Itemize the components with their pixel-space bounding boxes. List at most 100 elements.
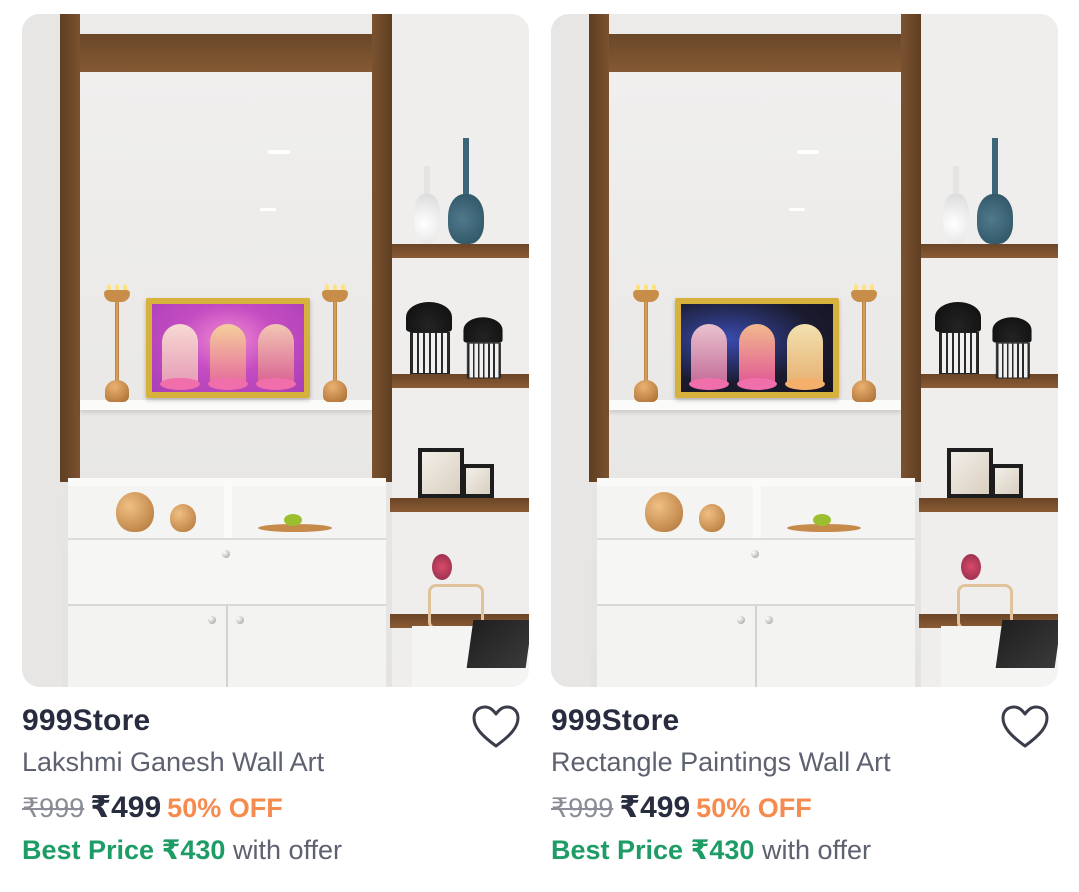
product-title: Rectangle Paintings Wall Art xyxy=(551,747,891,777)
ceiling-light xyxy=(260,208,276,211)
deity-figure xyxy=(162,324,198,386)
heart-outline-icon[interactable] xyxy=(1000,704,1050,750)
framed-painting xyxy=(675,298,839,398)
best-price-label: Best Price xyxy=(551,835,684,865)
cabinet-drawer xyxy=(597,538,915,606)
offering xyxy=(284,514,302,526)
vase xyxy=(992,138,998,198)
deity-figure xyxy=(210,324,246,386)
product-brand: 999Store xyxy=(22,704,151,737)
product-image[interactable] xyxy=(551,14,1058,687)
discount-badge: 50% OFF xyxy=(696,793,812,823)
wood-frame-right xyxy=(901,14,921,482)
brass-lamp xyxy=(849,284,879,402)
potted-plant xyxy=(406,302,452,374)
wall xyxy=(22,14,62,687)
shelf xyxy=(919,374,1058,388)
brass-pot xyxy=(699,504,725,532)
wood-frame-top xyxy=(78,34,374,72)
selling-price: ₹499 xyxy=(90,791,162,824)
potted-plant xyxy=(935,302,981,374)
product-title: Lakshmi Ganesh Wall Art xyxy=(22,747,325,777)
drawer-knob xyxy=(751,550,759,558)
best-price-row: Best Price ₹430 with offer xyxy=(22,835,342,866)
cabinet-divider xyxy=(224,486,232,538)
potted-plant xyxy=(463,317,503,379)
door-split xyxy=(755,606,757,687)
cabinet-drawer xyxy=(68,538,386,606)
vase xyxy=(943,194,969,244)
wall xyxy=(551,14,591,687)
mrp-price: ₹999 xyxy=(22,793,85,823)
cabinet-divider xyxy=(753,486,761,538)
photo-frame xyxy=(947,448,993,498)
brass-lamp xyxy=(102,284,132,402)
wood-frame-right xyxy=(372,14,392,482)
shelf xyxy=(390,374,529,388)
photo-frame xyxy=(991,464,1023,498)
wood-frame-top xyxy=(607,34,903,72)
deity-figure xyxy=(787,324,823,386)
product-card[interactable]: 999Store Lakshmi Ganesh Wall Art ₹999 ₹49… xyxy=(22,14,529,865)
lotus xyxy=(689,378,729,390)
lotus xyxy=(256,378,296,390)
potted-plant xyxy=(992,317,1032,379)
temple-back-panel xyxy=(609,72,901,482)
best-price-value: ₹430 xyxy=(690,835,755,865)
shelf xyxy=(919,244,1058,258)
vase xyxy=(448,194,484,244)
binder xyxy=(466,620,529,668)
shelf xyxy=(919,498,1058,512)
product-brand: 999Store xyxy=(551,704,680,737)
shelf xyxy=(390,244,529,258)
offering xyxy=(813,514,831,526)
door-knob xyxy=(737,616,745,624)
orchid xyxy=(432,554,452,580)
door-knob xyxy=(765,616,773,624)
brass-pot xyxy=(170,504,196,532)
best-price-value: ₹430 xyxy=(161,835,226,865)
shelf xyxy=(390,498,529,512)
brass-lamp xyxy=(631,284,661,402)
brass-pot xyxy=(116,492,154,532)
heart-outline-icon[interactable] xyxy=(471,704,521,750)
vase xyxy=(414,194,440,244)
wood-frame-left xyxy=(589,14,609,482)
deity-figure xyxy=(691,324,727,386)
best-price-suffix: with offer xyxy=(232,835,343,865)
deity-figure xyxy=(739,324,775,386)
mrp-price: ₹999 xyxy=(551,793,614,823)
lotus xyxy=(785,378,825,390)
vase xyxy=(463,138,469,198)
ceiling-light xyxy=(789,208,805,211)
door-split xyxy=(226,606,228,687)
door-knob xyxy=(236,616,244,624)
brass-pot xyxy=(645,492,683,532)
best-price-row: Best Price ₹430 with offer xyxy=(551,835,871,866)
lotus xyxy=(208,378,248,390)
wood-frame-left xyxy=(60,14,80,482)
drawer-knob xyxy=(222,550,230,558)
product-card[interactable]: 999Store Rectangle Paintings Wall Art ₹9… xyxy=(551,14,1058,865)
orchid xyxy=(961,554,981,580)
deity-figure xyxy=(258,324,294,386)
door-knob xyxy=(208,616,216,624)
photo-frame xyxy=(418,448,464,498)
photo-frame xyxy=(462,464,494,498)
temple-back-panel xyxy=(80,72,372,482)
best-price-suffix: with offer xyxy=(761,835,872,865)
lotus xyxy=(160,378,200,390)
brass-lamp xyxy=(320,284,350,402)
best-price-label: Best Price xyxy=(22,835,155,865)
lotus xyxy=(737,378,777,390)
selling-price: ₹499 xyxy=(619,791,691,824)
framed-painting xyxy=(146,298,310,398)
price-row: ₹999 ₹499 50% OFF xyxy=(22,790,283,825)
discount-badge: 50% OFF xyxy=(167,793,283,823)
vase xyxy=(977,194,1013,244)
ceiling-light xyxy=(268,150,290,154)
ceiling-light xyxy=(797,150,819,154)
binder xyxy=(995,620,1058,668)
product-image[interactable] xyxy=(22,14,529,687)
price-row: ₹999 ₹499 50% OFF xyxy=(551,790,812,825)
